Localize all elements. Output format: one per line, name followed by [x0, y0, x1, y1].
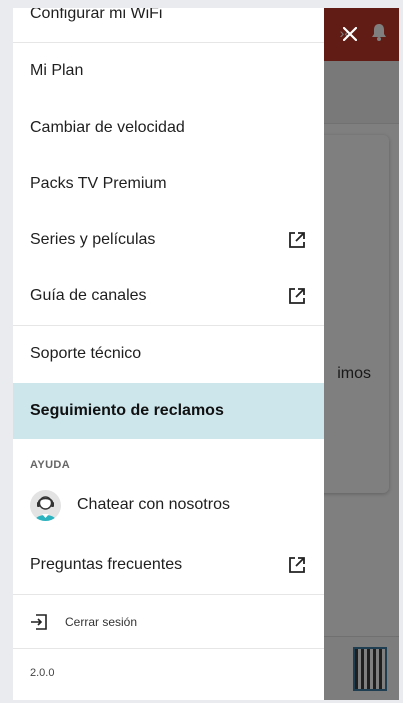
- menu-item-label: Soporte técnico: [30, 345, 142, 362]
- menu-item-preguntas-frecuentes[interactable]: Preguntas frecuentes: [13, 537, 324, 593]
- agent-avatar-icon: [30, 489, 61, 521]
- divider: [13, 594, 324, 595]
- menu-item-label: Series y películas: [30, 231, 156, 248]
- app-version: 2.0.0: [30, 667, 55, 679]
- menu-item-cambiar-velocidad[interactable]: Cambiar de velocidad: [13, 100, 324, 156]
- help-section-header: AYUDA: [30, 459, 71, 471]
- divider: [13, 648, 324, 649]
- external-link-icon: [288, 231, 306, 249]
- menu-item-label: Mi Plan: [30, 62, 84, 79]
- close-drawer-button[interactable]: [338, 22, 362, 46]
- logout-icon: [30, 614, 48, 630]
- menu-item-label: Preguntas frecuentes: [30, 556, 183, 573]
- menu-item-label: Seguimiento de reclamos: [30, 402, 224, 419]
- menu-item-series-peliculas[interactable]: Series y películas: [13, 212, 324, 268]
- menu-item-configurar-wifi[interactable]: Configurar mi WiFi: [13, 8, 324, 42]
- external-link-icon: [288, 287, 306, 305]
- menu-item-label: Packs TV Premium: [30, 175, 167, 192]
- close-icon: [343, 27, 357, 41]
- menu-item-seguimiento-reclamos[interactable]: Seguimiento de reclamos: [13, 383, 324, 439]
- navigation-drawer: Configurar mi WiFi Mi Plan Cambiar de ve…: [13, 8, 324, 700]
- menu-item-label: Guía de canales: [30, 287, 147, 304]
- menu-item-label: Configurar mi WiFi: [30, 8, 163, 22]
- menu-item-label: Cambiar de velocidad: [30, 119, 185, 136]
- menu-item-soporte-tecnico[interactable]: Soporte técnico: [13, 326, 324, 382]
- chat-label: Chatear con nosotros: [77, 496, 230, 513]
- menu-item-packs-tv[interactable]: Packs TV Premium: [13, 156, 324, 212]
- external-link-icon: [288, 556, 306, 574]
- menu-item-guia-canales[interactable]: Guía de canales: [13, 268, 324, 324]
- chat-with-us-item[interactable]: Chatear con nosotros: [13, 482, 324, 528]
- logout-label: Cerrar sesión: [65, 615, 138, 629]
- app-screen: ›‹ imos Configurar mi WiFi Mi Plan Cambi…: [13, 8, 399, 700]
- logout-button[interactable]: Cerrar sesión: [13, 596, 324, 648]
- menu-item-mi-plan[interactable]: Mi Plan: [13, 43, 324, 99]
